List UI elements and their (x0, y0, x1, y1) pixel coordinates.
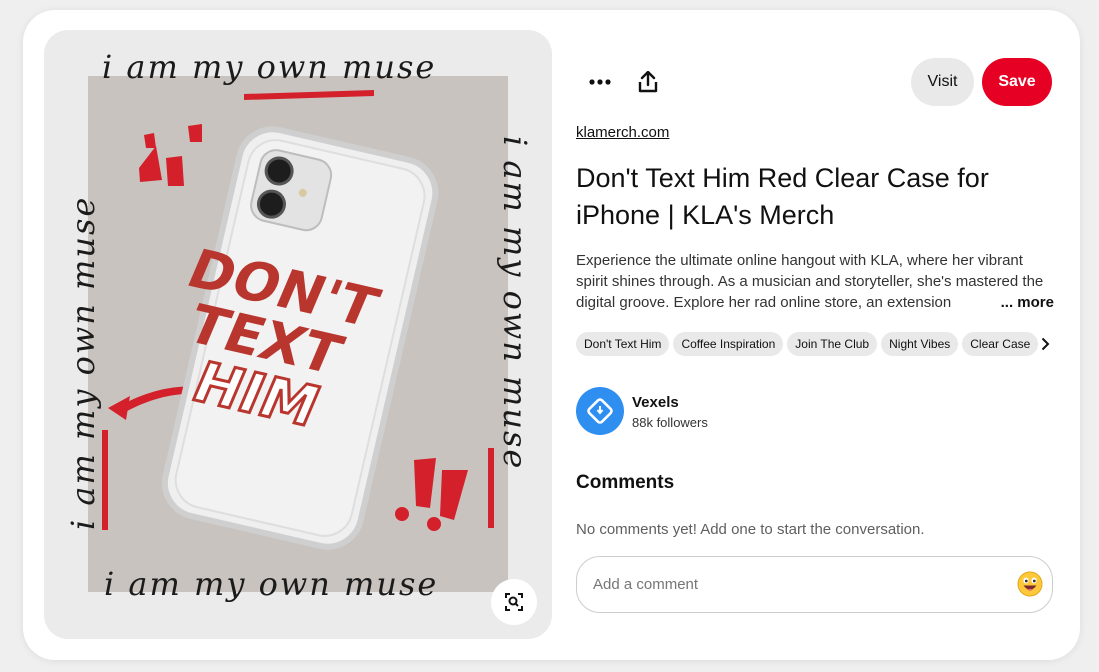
tag-chip[interactable]: Don't Text Him (576, 332, 670, 356)
pin-image[interactable]: DON'T TEXT HIM i am my own muse i am my … (44, 30, 552, 639)
pin-description: Experience the ultimate online hangout w… (576, 250, 1054, 313)
comment-input[interactable] (593, 557, 1003, 612)
empty-comments-text: No comments yet! Add one to start the co… (576, 521, 925, 538)
source-link[interactable]: klamerch.com (576, 124, 669, 141)
tag-chip[interactable]: Coffee Inspiration (673, 332, 784, 356)
tag-chip[interactable]: Night Vibes (881, 332, 959, 356)
tag-chip[interactable]: Clear Case (962, 332, 1039, 356)
pin-card: DON'T TEXT HIM i am my own muse i am my … (23, 10, 1080, 660)
visual-search-icon[interactable] (491, 579, 537, 625)
pin-title: Don't Text Him Red Clear Case for iPhone… (576, 163, 989, 230)
phone-case-artwork: DON'T TEXT HIM i am my own muse i am my … (64, 48, 534, 603)
chevron-right-icon[interactable] (1037, 332, 1053, 356)
vexels-logo-icon (587, 398, 613, 424)
smiley-emoji-icon[interactable] (1016, 570, 1044, 598)
visit-button[interactable]: Visit (911, 58, 974, 106)
slogan-right: i am my own muse (496, 136, 534, 470)
comments-heading: Comments (576, 472, 675, 493)
save-button[interactable]: Save (982, 58, 1052, 106)
comment-field (576, 556, 1053, 613)
follower-count: 88k followers (632, 415, 708, 430)
slogan-bottom: i am my own muse (104, 565, 438, 603)
more-link[interactable]: ... more (998, 292, 1054, 313)
description-text: Experience the ultimate online hangout w… (576, 252, 1044, 311)
tag-list: Don't Text Him Coffee Inspiration Join The… (576, 332, 1039, 356)
ellipsis-icon[interactable] (580, 62, 620, 102)
creator-name[interactable]: Vexels (632, 394, 679, 411)
share-icon[interactable] (628, 62, 668, 102)
slogan-left: i am my own muse (64, 196, 102, 530)
tag-chip[interactable]: Join The Club (787, 332, 878, 356)
camera-module (250, 149, 333, 232)
creator-avatar[interactable] (576, 387, 624, 435)
slogan-top: i am my own muse (102, 48, 436, 86)
